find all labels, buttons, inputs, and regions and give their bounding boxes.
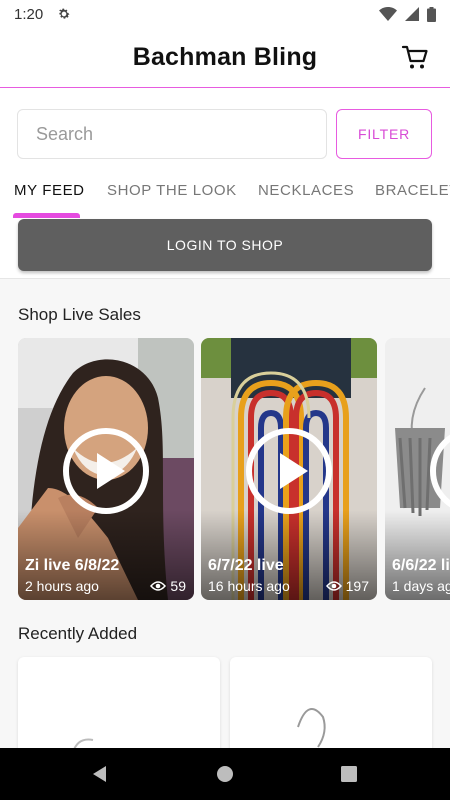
category-tabs: MY FEED SHOP THE LOOK NECKLACES BRACELET… — [0, 170, 450, 218]
status-bar: 1:20 — [0, 0, 450, 28]
gear-icon — [59, 8, 70, 19]
signal-icon — [405, 7, 419, 21]
wifi-icon — [379, 7, 397, 21]
card-time: 1 days ago — [392, 578, 450, 594]
recent-product-card[interactable] — [18, 657, 220, 757]
card-views: 197 — [325, 578, 369, 594]
active-tab-indicator — [13, 213, 80, 218]
system-nav-bar — [0, 748, 450, 800]
login-to-shop-button[interactable]: LOGIN TO SHOP — [18, 219, 432, 271]
app-header: Bachman Bling — [0, 28, 450, 88]
eye-icon — [325, 581, 342, 591]
eye-icon — [150, 581, 167, 591]
tab-necklaces[interactable]: NECKLACES — [258, 182, 354, 199]
play-icon[interactable] — [428, 426, 450, 516]
card-time: 16 hours ago — [208, 578, 290, 594]
recent-product-card[interactable] — [230, 657, 432, 757]
live-sale-card[interactable]: 6/6/22 live 1 days ago — [385, 338, 450, 600]
status-time: 1:20 — [14, 5, 44, 23]
tab-my-feed[interactable]: MY FEED — [14, 182, 85, 199]
filter-button[interactable]: FILTER — [336, 109, 432, 159]
recents-icon[interactable] — [340, 765, 358, 783]
back-icon[interactable] — [90, 764, 110, 784]
search-input[interactable] — [17, 109, 327, 159]
app-title: Bachman Bling — [132, 43, 318, 71]
card-views: 59 — [150, 578, 186, 594]
play-icon[interactable] — [61, 426, 151, 516]
live-sales-heading: Shop Live Sales — [18, 305, 141, 324]
card-views-count: 59 — [170, 578, 186, 594]
battery-icon — [427, 6, 436, 22]
tab-shop-the-look[interactable]: SHOP THE LOOK — [107, 182, 237, 199]
card-views-count: 197 — [345, 578, 369, 594]
app-screen: 1:20 Bachman Bling FILTER MY FEED SHOP T… — [0, 0, 450, 800]
status-icons — [379, 6, 436, 22]
live-sale-card[interactable]: Zi live 6/8/22 2 hours ago 59 — [18, 338, 194, 600]
card-title: 6/7/22 live — [208, 557, 284, 574]
recently-added-heading: Recently Added — [18, 624, 138, 643]
product-thumbnail — [72, 738, 94, 753]
tab-bracelets[interactable]: BRACELETS — [375, 182, 450, 199]
play-icon[interactable] — [244, 426, 334, 516]
card-title: 6/6/22 live — [392, 557, 450, 574]
cart-icon[interactable] — [400, 42, 430, 72]
product-thumbnail — [297, 708, 326, 757]
feed-content: Shop Live Sales Zi live 6/8/22 2 hours a… — [0, 278, 450, 757]
card-title: Zi live 6/8/22 — [25, 557, 120, 574]
live-sale-card[interactable]: 6/7/22 live 16 hours ago 197 — [201, 338, 377, 600]
card-time: 2 hours ago — [25, 578, 99, 594]
home-icon[interactable] — [216, 765, 234, 783]
